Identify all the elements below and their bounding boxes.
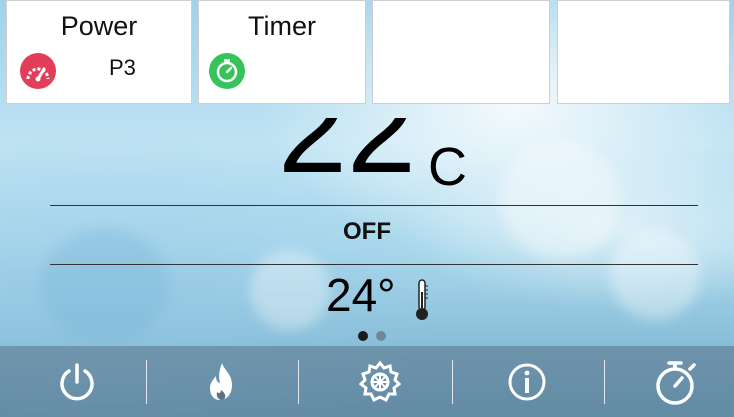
room-temperature-unit: C (428, 137, 467, 197)
background-bokeh (250, 250, 330, 330)
room-temperature-value: 22 (278, 118, 416, 199)
nav-separator (604, 360, 605, 404)
page-dot-active[interactable] (358, 331, 368, 341)
flame-icon (210, 362, 232, 400)
divider (50, 264, 698, 265)
power-button[interactable] (27, 346, 127, 417)
page-dot-inactive[interactable] (376, 331, 386, 341)
room-temperature: 22 ° C (0, 118, 734, 202)
flame-button[interactable] (172, 346, 272, 417)
gear-icon (358, 360, 402, 402)
status-label: OFF (343, 218, 391, 245)
speedometer-icon (20, 53, 56, 89)
timer-button[interactable] (625, 346, 725, 417)
settings-button[interactable] (330, 346, 430, 417)
empty-tile-4[interactable] (557, 0, 730, 104)
power-level-value: P3 (109, 55, 136, 80)
stopwatch-icon (209, 53, 245, 89)
info-icon (508, 363, 546, 400)
background-bokeh (40, 230, 170, 340)
nav-separator (452, 360, 453, 404)
power-tile-title: Power (60, 11, 138, 41)
setpoint-value: 24° (326, 269, 396, 321)
stopwatch-icon (656, 360, 696, 405)
page-indicator (358, 331, 386, 341)
nav-separator (146, 360, 147, 404)
thermometer-icon (414, 278, 430, 327)
info-button[interactable] (477, 346, 577, 417)
thermostat-screen: Power P3 Timer 22 ° C OFF (0, 0, 734, 417)
nav-separator (298, 360, 299, 404)
power-icon (60, 362, 94, 400)
bottom-nav-bar (0, 346, 734, 417)
divider (50, 205, 698, 206)
power-tile[interactable]: Power P3 (6, 0, 192, 104)
timer-tile[interactable]: Timer (198, 0, 366, 104)
empty-tile-3[interactable] (372, 0, 550, 104)
setpoint-temperature[interactable]: 24° (326, 272, 396, 318)
timer-tile-title: Timer (248, 11, 316, 41)
